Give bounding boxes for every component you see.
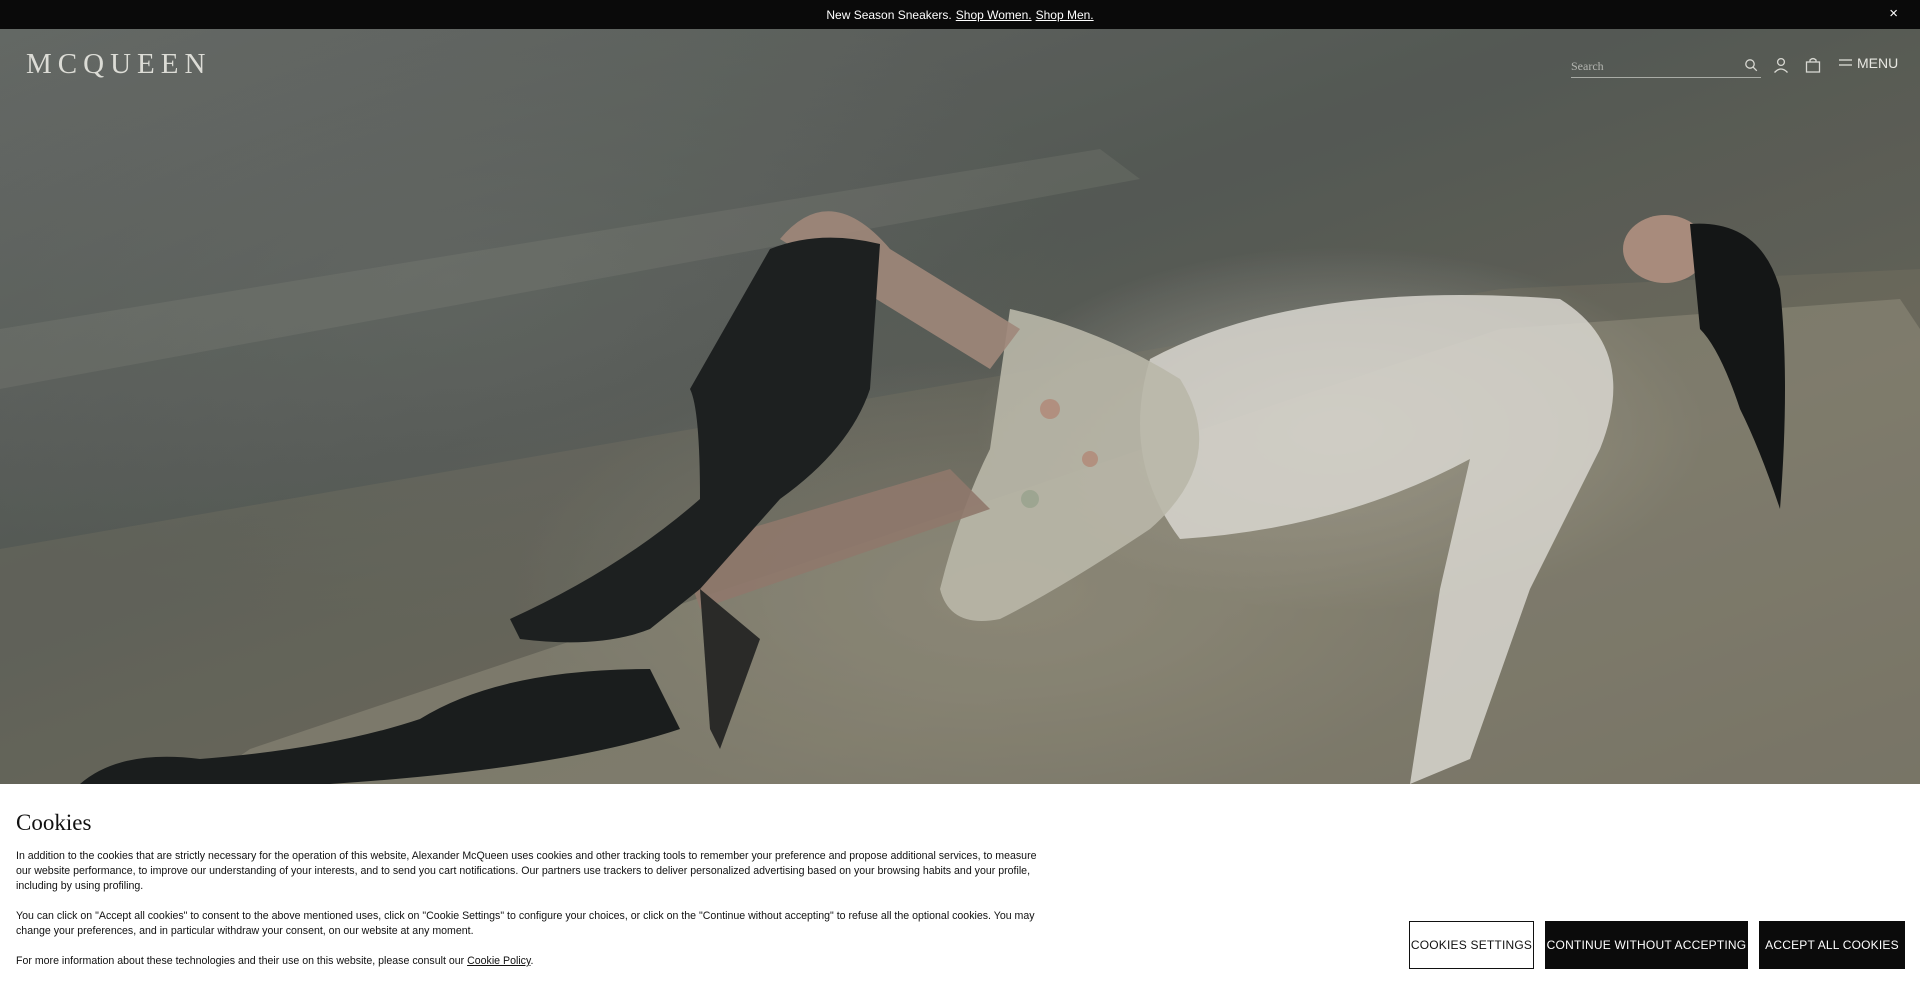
- cookie-info-text: For more information about these technol…: [16, 955, 465, 967]
- shop-men-link[interactable]: Shop Men.: [1036, 8, 1094, 22]
- cookie-paragraph-1: In addition to the cookies that are stri…: [16, 850, 1037, 892]
- bag-icon[interactable]: [1804, 56, 1822, 74]
- cookie-policy-link[interactable]: Cookie Policy: [467, 955, 530, 967]
- menu-button[interactable]: MENU: [1839, 55, 1898, 71]
- search-icon[interactable]: [1744, 58, 1758, 72]
- cookie-period: .: [530, 955, 534, 967]
- hero-illustration: [0, 29, 1920, 784]
- accept-all-cookies-button[interactable]: ACCEPT ALL COOKIES: [1759, 921, 1905, 969]
- brand-logo[interactable]: MCQUEEN: [26, 48, 211, 80]
- cookie-paragraph-2: You can click on "Accept all cookies" to…: [16, 910, 1035, 937]
- hamburger-icon: [1839, 59, 1852, 66]
- user-icon[interactable]: [1772, 56, 1790, 74]
- menu-label: MENU: [1857, 55, 1899, 71]
- shop-women-link[interactable]: Shop Women.: [956, 8, 1032, 22]
- continue-without-accepting-button[interactable]: CONTINUE WITHOUT ACCEPTING: [1545, 921, 1748, 969]
- cookies-settings-button[interactable]: COOKIES SETTINGS: [1409, 921, 1534, 969]
- close-icon[interactable]: ×: [1889, 6, 1898, 21]
- cookie-paragraph-3: For more information about these technol…: [16, 954, 1046, 969]
- cookie-banner: Cookies In addition to the cookies that …: [0, 784, 1920, 993]
- hero-image[interactable]: [0, 29, 1920, 784]
- cookie-title: Cookies: [16, 810, 92, 835]
- announcement-bar: New Season Sneakers. Shop Women. Shop Me…: [0, 0, 1920, 29]
- search-bar: [1571, 56, 1761, 78]
- search-input[interactable]: [1571, 56, 1736, 76]
- announcement-text: New Season Sneakers.: [826, 7, 952, 22]
